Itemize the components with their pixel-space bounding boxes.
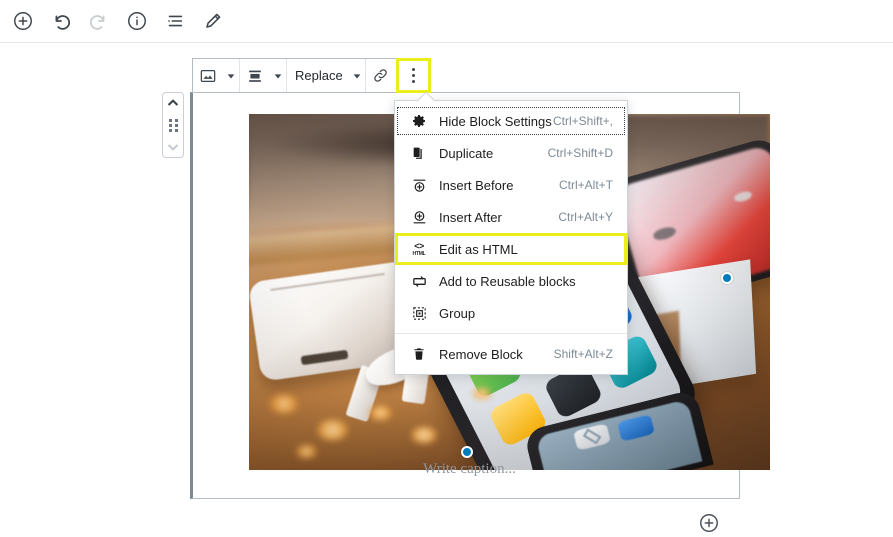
insert-before-icon [409,175,429,195]
menu-item-insert-before[interactable]: Insert Before Ctrl+Alt+T [395,169,627,201]
undo-icon[interactable] [43,3,79,39]
image-block-icon[interactable] [193,59,223,92]
content-info-icon[interactable] [119,3,155,39]
block-type-chevron-down-icon[interactable] [223,59,239,92]
link-icon[interactable] [366,59,396,92]
menu-item-group[interactable]: Group [395,297,627,329]
link-group [366,59,397,92]
drag-handle-icon[interactable] [168,118,178,132]
menu-item-shortcut: Ctrl+Shift+, [552,114,613,128]
resize-handle-bottom[interactable] [461,446,473,458]
block-type-group [193,59,240,92]
redo-icon [81,3,117,39]
menu-item-label: Group [439,305,476,321]
replace-group: Replace [287,59,366,92]
move-up-icon[interactable] [166,98,180,107]
block-more-options-menu: Hide Block Settings Ctrl+Shift+, Duplica… [394,91,628,375]
duplicate-icon [409,143,429,163]
menu-item-shortcut: Ctrl+Alt+Y [558,210,613,224]
edit-pencil-icon[interactable] [195,3,231,39]
menu-item-label: Add to Reusable blocks [439,273,576,289]
block-mover [162,92,184,158]
menu-item-shortcut: Ctrl+Shift+D [547,146,613,160]
reusable-block-icon [409,271,429,291]
menu-item-label: Remove Block [439,346,523,362]
more-options-group [395,58,431,93]
bottom-appender-button[interactable] [698,512,720,534]
editor-header-toolbar [0,0,893,43]
replace-button[interactable]: Replace [287,59,349,92]
more-options-button[interactable] [395,58,431,93]
align-chevron-down-icon[interactable] [270,59,286,92]
menu-item-duplicate[interactable]: Duplicate Ctrl+Shift+D [395,137,627,169]
menu-item-shortcut: Ctrl+Alt+T [558,178,613,192]
replace-chevron-down-icon[interactable] [349,59,365,92]
menu-item-remove-block[interactable]: Remove Block Shift+Alt+Z [395,338,627,370]
trash-icon [409,344,429,364]
group-icon [409,303,429,323]
menu-item-shortcut: Shift+Alt+Z [553,347,613,361]
list-view-icon[interactable] [157,3,193,39]
menu-item-add-to-reusable-blocks[interactable]: Add to Reusable blocks [395,265,627,297]
menu-item-label: Hide Block Settings [439,113,552,129]
menu-item-edit-as-html[interactable]: <> HTML Edit as HTML [395,233,627,265]
add-block-icon[interactable] [5,3,41,39]
align-center-icon[interactable] [240,59,270,92]
html-icon: <> HTML [412,240,426,257]
gear-icon [409,111,429,131]
menu-item-label: Insert Before [439,177,514,193]
menu-item-hide-block-settings[interactable]: Hide Block Settings Ctrl+Shift+, [395,105,627,137]
move-down-icon[interactable] [166,143,180,152]
menu-group-primary: Hide Block Settings Ctrl+Shift+, Duplica… [395,101,627,333]
insert-after-icon [409,207,429,227]
align-group [240,59,287,92]
menu-item-insert-after[interactable]: Insert After Ctrl+Alt+Y [395,201,627,233]
menu-item-label: Insert After [439,209,502,225]
vertical-dots-icon [411,68,415,83]
menu-item-label: Duplicate [439,145,494,161]
resize-handle-right[interactable] [721,272,733,284]
block-toolbar: Replace [192,58,431,93]
menu-item-label: Edit as HTML [439,241,518,257]
menu-group-destructive: Remove Block Shift+Alt+Z [395,333,627,374]
caption-input[interactable]: Write caption... [209,461,730,491]
